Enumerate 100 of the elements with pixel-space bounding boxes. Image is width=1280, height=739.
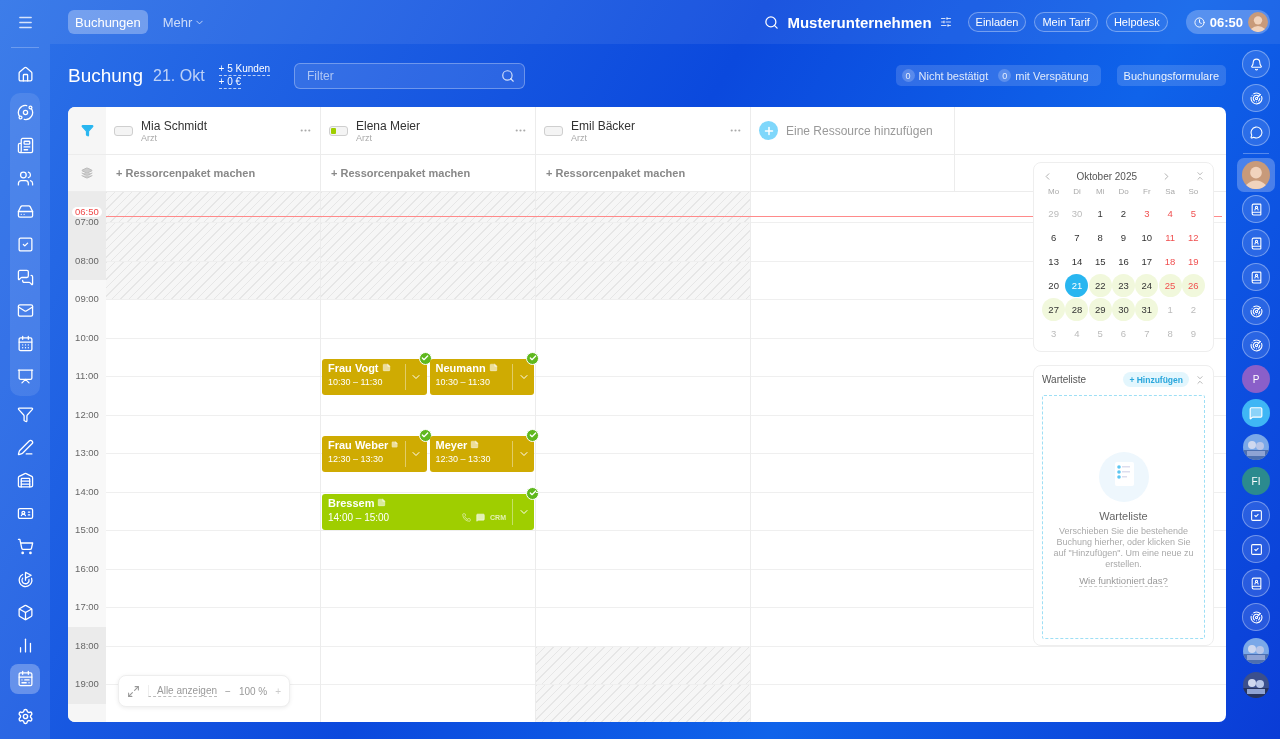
calendar-day[interactable]: 17 xyxy=(1135,250,1159,273)
add-button[interactable]: + Hinzufügen xyxy=(1123,372,1189,387)
zoom-out-button[interactable]: − xyxy=(225,685,231,697)
calendar-day[interactable]: 4 xyxy=(1158,202,1182,225)
booking-card[interactable]: Frau Weber 12:30 – 13:30 xyxy=(322,435,427,473)
menu-icon xyxy=(16,14,34,31)
calendar-day[interactable]: 28 xyxy=(1065,298,1089,321)
header-button[interactable]: Einladen xyxy=(967,12,1027,32)
calendar-day[interactable]: 8 xyxy=(1088,226,1112,249)
calendar-day[interactable]: 23 xyxy=(1112,274,1135,297)
add-resource-button[interactable]: Eine Ressource hinzufügen xyxy=(759,121,933,140)
checklist-illustration xyxy=(1098,452,1149,502)
package-button[interactable]: + Ressorcenpaket machen xyxy=(546,167,686,179)
calendar-day[interactable]: 30 xyxy=(1065,202,1089,225)
calendar-day[interactable]: 11 xyxy=(1158,226,1182,249)
clock-icon xyxy=(1193,16,1205,28)
top-tab[interactable]: Buchungen xyxy=(68,10,148,34)
contact-book-icon xyxy=(1249,202,1263,216)
header-button[interactable]: Mein Tarif xyxy=(1034,12,1098,32)
calendar-day[interactable]: 22 xyxy=(1088,274,1112,297)
forms-button[interactable]: Buchungsformulare xyxy=(1116,65,1226,86)
calendar-day[interactable]: 16 xyxy=(1112,250,1135,273)
hour-label: 16:00 xyxy=(75,563,99,574)
calendar-day[interactable]: 6 xyxy=(1112,322,1135,345)
calendar-day[interactable]: 9 xyxy=(1181,322,1205,345)
hour-label: 08:00 xyxy=(75,255,99,266)
calendar-day[interactable]: 29 xyxy=(1042,202,1066,225)
resource-name[interactable]: Emil Bäcker xyxy=(571,118,721,133)
calendar-day[interactable]: 1 xyxy=(1088,202,1112,225)
calendar-day[interactable]: 5 xyxy=(1088,322,1112,345)
nav-button[interactable] xyxy=(10,663,40,694)
settings-icon[interactable] xyxy=(939,16,952,28)
calendar-day[interactable]: 25 xyxy=(1158,274,1182,297)
header-button[interactable]: Helpdesk xyxy=(1105,12,1168,32)
calendar-day[interactable]: 12 xyxy=(1181,226,1205,249)
calendar-day[interactable]: 18 xyxy=(1158,250,1182,273)
package-button[interactable]: + Ressorcenpaket machen xyxy=(116,167,256,179)
calendar-day[interactable]: 5 xyxy=(1181,202,1205,225)
resource-role: Arzt xyxy=(141,132,158,143)
help-link[interactable]: Wie funktioniert das? xyxy=(1079,575,1168,587)
settings-icon xyxy=(16,707,34,725)
calendar-day[interactable]: 15 xyxy=(1088,250,1112,273)
calendar-day[interactable]: 7 xyxy=(1135,322,1159,345)
package-button[interactable]: + Ressorcenpaket machen xyxy=(331,167,471,179)
clock-pill[interactable]: 06:50 xyxy=(1185,10,1270,34)
calendar-day[interactable]: 30 xyxy=(1112,298,1135,321)
stat-link[interactable]: + 0 € xyxy=(218,75,242,89)
calendar-day[interactable]: 9 xyxy=(1112,226,1135,249)
pen-icon xyxy=(16,439,34,456)
fullscreen-button[interactable] xyxy=(127,684,140,698)
rail-item[interactable] xyxy=(1237,158,1275,192)
weekday-label: Sa xyxy=(1165,187,1175,198)
company-name[interactable]: Musterunternehmen xyxy=(787,13,932,31)
hour-label: 10:00 xyxy=(75,332,99,343)
target-icon xyxy=(16,571,34,588)
radar-icon xyxy=(1249,338,1263,352)
calendar-day[interactable]: 20 xyxy=(1042,274,1066,297)
calendar-day[interactable]: 13 xyxy=(1042,250,1066,273)
calendar-day[interactable]: 19 xyxy=(1181,250,1205,273)
calendar-day[interactable]: 31 xyxy=(1135,298,1159,321)
resource-name[interactable]: Mia Schmidt xyxy=(141,118,291,133)
bell-icon xyxy=(1249,57,1263,71)
calendar-day[interactable]: 24 xyxy=(1135,274,1159,297)
layers-icon xyxy=(81,167,93,179)
search-icon[interactable] xyxy=(764,14,780,30)
warehouse-icon xyxy=(16,472,34,489)
status-label[interactable]: Nicht bestätigt xyxy=(918,69,989,82)
status-count: 0 xyxy=(901,69,915,82)
calendar-day[interactable]: 8 xyxy=(1158,322,1182,345)
show-all-link[interactable]: Alle anzeigen xyxy=(148,685,218,697)
stat-link[interactable]: + 5 Kunden xyxy=(218,62,271,76)
calendar-day[interactable]: 3 xyxy=(1135,202,1159,225)
chat-icon xyxy=(476,512,486,522)
resource-name[interactable]: Elena Meier xyxy=(356,118,506,133)
status-label[interactable]: mit Verspätung xyxy=(1015,69,1089,82)
booking-card[interactable]: Neumann 10:30 – 11:30 xyxy=(429,358,534,396)
booking-time: 12:30 – 13:30 xyxy=(328,453,385,464)
contact-book-icon xyxy=(1249,270,1263,284)
calendar-day[interactable]: 1 xyxy=(1158,298,1182,321)
calendar-day[interactable]: 27 xyxy=(1042,298,1066,321)
calendar-day[interactable]: 26 xyxy=(1181,274,1205,297)
calendar-day[interactable]: 2 xyxy=(1181,298,1205,321)
top-tab[interactable]: Mehr xyxy=(155,10,213,34)
calendar-day[interactable]: 29 xyxy=(1088,298,1112,321)
booking-card[interactable]: Meyer 12:30 – 13:30 xyxy=(429,435,534,473)
calendar-day[interactable]: 14 xyxy=(1065,250,1089,273)
calendar-day[interactable]: 7 xyxy=(1065,226,1089,249)
radar-icon xyxy=(1249,91,1263,105)
booking-name: Frau Vogt xyxy=(328,361,379,374)
cube-icon xyxy=(16,604,34,621)
calendar-day[interactable]: 3 xyxy=(1042,322,1066,345)
waitlist-text: Verschieben Sie die bestehende Buchung hierher, oder klicken Sie auf "Hinzufügen". Um eine neue zu erstellen. xyxy=(1052,526,1195,570)
calendar-day[interactable]: 10 xyxy=(1135,226,1159,249)
calendar-day[interactable]: 6 xyxy=(1042,226,1066,249)
calendar-day[interactable]: 21 xyxy=(1065,274,1089,297)
hour-label: 11:00 xyxy=(75,371,99,382)
booking-card[interactable]: Frau Vogt 10:30 – 11:30 xyxy=(322,358,427,396)
calendar-day[interactable]: 2 xyxy=(1112,202,1135,225)
hour-label: 14:00 xyxy=(75,486,99,497)
calendar-day[interactable]: 4 xyxy=(1065,322,1089,345)
